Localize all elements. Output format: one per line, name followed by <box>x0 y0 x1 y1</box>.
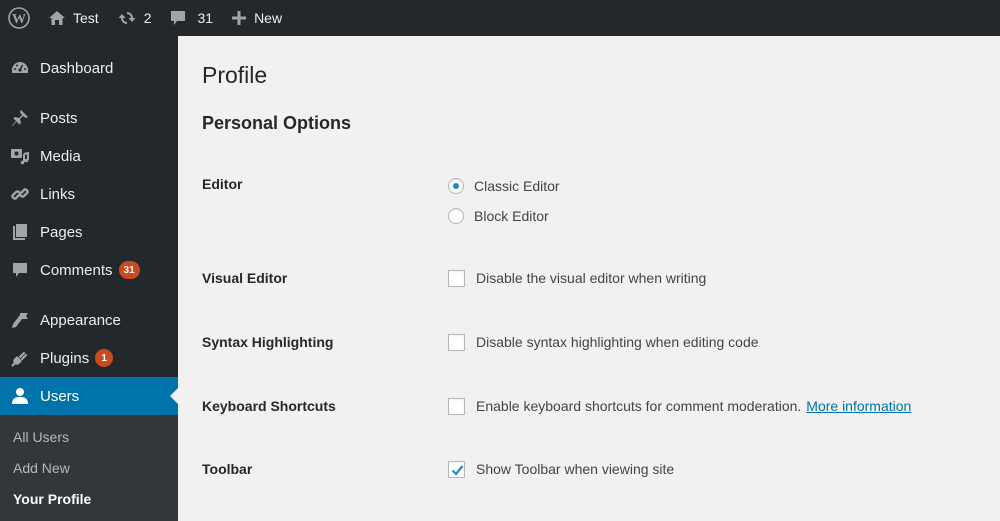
paintbrush-icon <box>10 310 30 330</box>
new-label: New <box>254 10 283 26</box>
plugin-icon <box>10 348 30 368</box>
keyboard-shortcuts-row: Keyboard Shortcuts Enable keyboard short… <box>202 395 1000 425</box>
classic-editor-label: Classic Editor <box>474 178 560 194</box>
comments-link[interactable]: 31 <box>160 0 222 36</box>
more-information-link[interactable]: More information <box>806 398 911 414</box>
disable-syntax-highlighting-checkbox[interactable] <box>448 333 465 351</box>
svg-text:W: W <box>12 12 26 27</box>
sidebar-item-label: Users <box>40 387 80 405</box>
disable-syntax-highlighting-text: Disable syntax highlighting when editing… <box>476 334 759 350</box>
user-icon <box>10 386 30 406</box>
sidebar-item-pages[interactable]: Pages <box>0 213 178 251</box>
sidebar-item-users[interactable]: Users <box>0 377 178 415</box>
wordpress-logo-button[interactable]: W <box>0 0 39 36</box>
keyboard-shortcuts-label: Keyboard Shortcuts <box>202 398 336 414</box>
submenu-all-users[interactable]: All Users <box>0 421 178 452</box>
block-editor-option[interactable]: Block Editor <box>448 205 560 227</box>
keyboard-shortcuts-option[interactable]: Enable keyboard shortcuts for comment mo… <box>448 395 911 417</box>
show-toolbar-text: Show Toolbar when viewing site <box>476 461 675 477</box>
toolbar-option[interactable]: Show Toolbar when viewing site <box>448 458 674 480</box>
sidebar-item-dashboard[interactable]: Dashboard <box>0 49 178 87</box>
comment-icon <box>10 260 30 280</box>
comments-count: 31 <box>197 10 214 26</box>
pin-icon <box>10 108 30 128</box>
sidebar-item-appearance[interactable]: Appearance <box>0 301 178 339</box>
sidebar-item-plugins[interactable]: Plugins 1 <box>0 339 178 377</box>
wordpress-logo-icon: W <box>8 7 30 29</box>
dashboard-icon <box>10 58 30 78</box>
pages-icon <box>10 222 30 242</box>
page-title: Profile <box>202 62 268 88</box>
visual-editor-label: Visual Editor <box>202 270 288 286</box>
sidebar-item-posts[interactable]: Posts <box>0 99 178 137</box>
syntax-highlighting-row: Syntax Highlighting Disable syntax highl… <box>202 331 1000 361</box>
disable-visual-editor-text: Disable the visual editor when writing <box>476 270 707 286</box>
media-icon <box>10 146 30 166</box>
classic-editor-radio[interactable] <box>448 178 464 194</box>
updates-icon <box>117 9 137 27</box>
syntax-highlighting-label: Syntax Highlighting <box>202 334 334 350</box>
block-editor-radio[interactable] <box>448 208 464 224</box>
sidebar-item-label: Links <box>40 185 76 203</box>
admin-sidebar: Dashboard Posts Media Links Pages Commen… <box>0 36 178 521</box>
disable-visual-editor-checkbox[interactable] <box>448 269 465 287</box>
sidebar-item-label: Posts <box>40 109 78 127</box>
submenu-your-profile[interactable]: Your Profile <box>0 483 178 514</box>
link-icon <box>10 184 30 204</box>
site-name-link[interactable]: Test <box>39 0 108 36</box>
updates-link[interactable]: 2 <box>108 0 161 36</box>
checkmark-icon <box>451 464 464 476</box>
classic-editor-option[interactable]: Classic Editor <box>448 175 560 197</box>
sidebar-item-media[interactable]: Media <box>0 137 178 175</box>
site-name: Test <box>73 10 99 26</box>
home-icon <box>48 9 66 27</box>
syntax-highlighting-option[interactable]: Disable syntax highlighting when editing… <box>448 331 759 353</box>
users-submenu: All Users Add New Your Profile <box>0 415 178 521</box>
updates-count: 2 <box>143 10 152 26</box>
show-toolbar-checkbox[interactable] <box>448 460 465 478</box>
plugins-update-badge: 1 <box>95 349 114 367</box>
new-content-link[interactable]: New <box>222 0 291 36</box>
sidebar-item-label: Plugins <box>40 349 90 367</box>
sidebar-item-label: Appearance <box>40 311 121 329</box>
sidebar-item-label: Pages <box>40 223 83 241</box>
sidebar-item-comments[interactable]: Comments 31 <box>0 251 178 289</box>
editor-row: Editor Classic Editor Block Editor <box>202 176 1000 235</box>
toolbar-label: Toolbar <box>202 461 253 477</box>
sidebar-item-links[interactable]: Links <box>0 175 178 213</box>
visual-editor-option[interactable]: Disable the visual editor when writing <box>448 267 706 289</box>
submenu-add-new[interactable]: Add New <box>0 452 178 483</box>
comments-count-badge: 31 <box>118 261 140 279</box>
section-title: Personal Options <box>202 113 352 133</box>
comment-icon <box>169 9 187 27</box>
toolbar-row: Toolbar Show Toolbar when viewing site <box>202 458 1000 488</box>
keyboard-shortcuts-checkbox[interactable] <box>448 397 465 415</box>
main-content: Profile Personal Options Editor Classic … <box>178 36 1000 521</box>
sidebar-item-label: Media <box>40 147 81 165</box>
editor-label: Editor <box>202 176 243 192</box>
sidebar-item-label: Comments <box>40 261 113 279</box>
block-editor-label: Block Editor <box>474 208 549 224</box>
keyboard-shortcuts-text: Enable keyboard shortcuts for comment mo… <box>476 398 802 414</box>
visual-editor-row: Visual Editor Disable the visual editor … <box>202 267 1000 297</box>
sidebar-item-label: Dashboard <box>40 59 114 77</box>
plus-icon <box>231 10 247 26</box>
admin-bar: W Test 2 31 New <box>0 0 1000 36</box>
